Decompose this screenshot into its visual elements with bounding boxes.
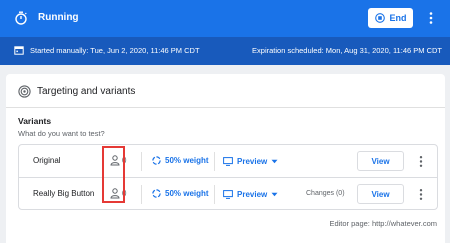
variant-name: Original — [33, 156, 61, 165]
target-icon — [18, 85, 31, 98]
more-vert-icon[interactable] — [428, 11, 434, 25]
stop-icon — [374, 13, 385, 23]
caret-down-icon — [271, 192, 278, 196]
calendar-icon — [14, 46, 24, 55]
caret-down-icon — [271, 159, 278, 163]
variants-question: What do you want to test? — [18, 129, 105, 138]
variants-heading: Variants — [18, 116, 52, 126]
timer-icon — [15, 11, 27, 25]
user-icon — [110, 155, 120, 166]
end-button[interactable]: End — [368, 8, 413, 28]
expiration-text: Expiration scheduled: Mon, Aug 31, 2020,… — [252, 46, 442, 55]
weight-icon — [152, 189, 161, 198]
variant-row: Original 0 50% weight Preview View — [19, 145, 437, 178]
card-title: Targeting and variants — [37, 86, 136, 97]
divider — [141, 152, 142, 171]
weight-icon — [152, 156, 161, 165]
variant-weight[interactable]: 50% weight — [165, 189, 209, 198]
variants-list: Original 0 50% weight Preview View Reall… — [18, 144, 438, 210]
more-vert-icon[interactable] — [418, 155, 424, 168]
preview-icon — [223, 189, 233, 199]
status-row: Running End — [0, 0, 450, 37]
variant-row: Really Big Button 0 50% weight Preview C… — [19, 178, 437, 211]
divider — [141, 185, 142, 204]
variant-weight[interactable]: 50% weight — [165, 156, 209, 165]
end-button-label: End — [389, 13, 407, 23]
view-button[interactable]: View — [357, 184, 404, 204]
variant-name: Really Big Button — [33, 189, 95, 198]
preview-button[interactable]: Preview — [223, 154, 278, 168]
preview-label: Preview — [237, 156, 268, 166]
user-count: 0 — [122, 189, 127, 198]
targeting-card: Targeting and variants Variants What do … — [6, 74, 445, 243]
preview-button[interactable]: Preview — [223, 187, 278, 201]
experiment-status-banner: Running End Started manually: Tue, Jun 2… — [0, 0, 450, 65]
preview-icon — [223, 156, 233, 166]
schedule-row: Started manually: Tue, Jun 2, 2020, 11:4… — [0, 37, 450, 65]
user-icon — [110, 188, 120, 199]
view-button[interactable]: View — [357, 151, 404, 171]
divider — [214, 152, 215, 171]
status-text: Running — [38, 12, 79, 23]
divider — [6, 107, 445, 108]
more-vert-icon[interactable] — [418, 188, 424, 201]
editor-page-text: Editor page: http://whatever.com — [329, 219, 437, 228]
changes-link[interactable]: Changes (0) — [306, 190, 345, 197]
user-count: 0 — [122, 156, 127, 165]
preview-label: Preview — [237, 189, 268, 199]
started-text: Started manually: Tue, Jun 2, 2020, 11:4… — [30, 46, 200, 55]
divider — [214, 185, 215, 204]
